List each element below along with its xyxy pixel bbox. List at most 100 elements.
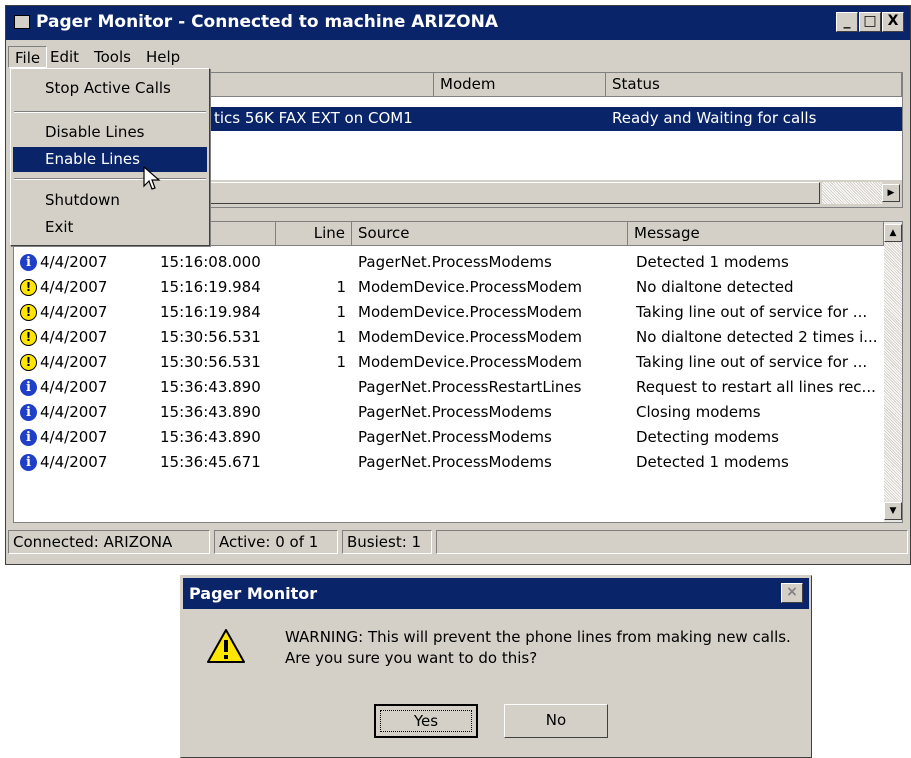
dialog-title-bar[interactable]: Pager Monitor ×	[183, 578, 809, 609]
log-header-line[interactable]: Line	[276, 222, 352, 246]
confirm-dialog: Pager Monitor × WARNING: This will preve…	[180, 575, 812, 758]
status-bar: Connected: ARIZONA Active: 0 of 1 Busies…	[6, 527, 910, 559]
menu-separator	[14, 111, 206, 113]
log-time: 15:16:19.984	[160, 303, 261, 321]
log-source: ModemDevice.ProcessModem	[358, 278, 582, 296]
menu-item-exit[interactable]: Exit	[13, 215, 207, 240]
log-message: Detected 1 modems	[636, 253, 789, 271]
log-source: ModemDevice.ProcessModem	[358, 303, 582, 321]
info-icon: i	[20, 429, 37, 446]
log-row[interactable]: i 4/4/2007 15:16:08.000 PagerNet.ProcessMod…	[14, 250, 884, 275]
status-empty	[436, 530, 908, 554]
log-message: Detecting modems	[636, 428, 779, 446]
log-source: PagerNet.ProcessModems	[358, 253, 552, 271]
log-header-message[interactable]: Message	[628, 222, 884, 246]
log-date: 4/4/2007	[40, 378, 108, 396]
status-active: Active: 0 of 1	[214, 530, 338, 554]
log-date: 4/4/2007	[40, 453, 108, 471]
status-busiest: Busiest: 1	[342, 530, 432, 554]
log-source: PagerNet.ProcessModems	[358, 428, 552, 446]
menu-item-stop-active-calls[interactable]: Stop Active Calls	[13, 76, 207, 101]
info-icon: i	[20, 254, 37, 271]
log-message: Taking line out of service for ...	[636, 303, 868, 321]
scroll-right-icon[interactable]: ▶	[882, 184, 900, 202]
window-title: Pager Monitor - Connected to machine ARI…	[36, 12, 498, 32]
menu-help[interactable]: Help	[140, 46, 186, 68]
vertical-scrollbar[interactable]: ▲ ▼	[884, 222, 902, 522]
menu-edit[interactable]: Edit	[44, 46, 85, 68]
log-time: 15:36:43.890	[160, 403, 261, 421]
info-icon: i	[20, 379, 37, 396]
log-list[interactable]: Line Source Message i 4/4/2007 15:16:08.00…	[13, 221, 903, 523]
menu-tools[interactable]: Tools	[88, 46, 137, 68]
log-message: Request to restart all lines rec...	[636, 378, 876, 396]
log-row[interactable]: ! 4/4/2007 15:30:56.531 1 ModemDevice.Proces…	[14, 325, 884, 350]
status-connected: Connected: ARIZONA	[8, 530, 210, 554]
log-row[interactable]: ! 4/4/2007 15:30:56.531 1 ModemDevice.Proces…	[14, 350, 884, 375]
warning-icon: !	[20, 279, 37, 296]
log-message: No dialtone detected 2 times i...	[636, 328, 878, 346]
warning-icon	[207, 629, 245, 663]
info-icon: i	[20, 454, 37, 471]
warning-icon: !	[20, 329, 37, 346]
log-source: PagerNet.ProcessModems	[358, 403, 552, 421]
log-time: 15:16:19.984	[160, 278, 261, 296]
dialog-message-line2: Are you sure you want to do this?	[285, 649, 538, 667]
log-row[interactable]: i 4/4/2007 15:36:43.890 PagerNet.ProcessRes…	[14, 375, 884, 400]
mouse-cursor-icon	[143, 166, 161, 190]
scroll-thumb[interactable]	[210, 182, 820, 204]
log-line: 1	[336, 353, 346, 371]
log-source: ModemDevice.ProcessModem	[358, 328, 582, 346]
line-status: Ready and Waiting for calls	[612, 109, 817, 127]
log-time: 15:30:56.531	[160, 353, 261, 371]
dialog-close-button[interactable]: ×	[781, 583, 803, 603]
lines-header-status[interactable]: Status	[606, 73, 902, 97]
log-date: 4/4/2007	[40, 428, 108, 446]
log-message: No dialtone detected	[636, 278, 794, 296]
log-row[interactable]: i 4/4/2007 15:36:43.890 PagerNet.ProcessMod…	[14, 425, 884, 450]
log-time: 15:16:08.000	[160, 253, 261, 271]
maximize-button[interactable]: □	[859, 12, 881, 32]
log-row[interactable]: i 4/4/2007 15:36:43.890 PagerNet.ProcessMod…	[14, 400, 884, 425]
scroll-track[interactable]	[884, 242, 902, 500]
lines-header-modem[interactable]: Modem	[434, 73, 606, 97]
log-row[interactable]: ! 4/4/2007 15:16:19.984 1 ModemDevice.Proces…	[14, 275, 884, 300]
log-time: 15:36:43.890	[160, 428, 261, 446]
log-line: 1	[336, 303, 346, 321]
scroll-down-icon[interactable]: ▼	[884, 502, 902, 520]
log-message: Taking line out of service for ...	[636, 353, 868, 371]
menu-item-shutdown[interactable]: Shutdown	[13, 188, 207, 213]
log-date: 4/4/2007	[40, 253, 108, 271]
log-header-source[interactable]: Source	[352, 222, 628, 246]
menu-file[interactable]: File	[8, 46, 48, 68]
close-button[interactable]: X	[882, 12, 904, 32]
log-source: PagerNet.ProcessModems	[358, 453, 552, 471]
log-row[interactable]: i 4/4/2007 15:36:45.671 PagerNet.ProcessMod…	[14, 450, 884, 475]
scroll-track[interactable]	[822, 182, 882, 204]
menu-item-disable-lines[interactable]: Disable Lines	[13, 120, 207, 145]
line-modem: tics 56K FAX EXT on COM1	[214, 109, 413, 127]
no-button[interactable]: No	[504, 704, 608, 738]
focus-rect	[380, 710, 472, 732]
log-message: Detected 1 modems	[636, 453, 789, 471]
title-bar[interactable]: Pager Monitor - Connected to machine ARI…	[6, 6, 910, 40]
warning-icon: !	[20, 354, 37, 371]
menu-bar: File Edit Tools Help	[6, 43, 910, 70]
yes-button[interactable]: Yes	[374, 704, 478, 738]
log-date: 4/4/2007	[40, 328, 108, 346]
info-icon: i	[20, 404, 37, 421]
log-source: ModemDevice.ProcessModem	[358, 353, 582, 371]
log-time: 15:36:43.890	[160, 378, 261, 396]
scroll-up-icon[interactable]: ▲	[884, 224, 902, 242]
log-row[interactable]: ! 4/4/2007 15:16:19.984 1 ModemDevice.Proces…	[14, 300, 884, 325]
dialog-title: Pager Monitor	[189, 584, 318, 603]
log-message: Closing modems	[636, 403, 761, 421]
log-date: 4/4/2007	[40, 353, 108, 371]
menu-item-enable-lines[interactable]: Enable Lines	[13, 147, 207, 172]
warning-icon: !	[20, 304, 37, 321]
minimize-button[interactable]: _	[836, 12, 858, 32]
dialog-message-line1: WARNING: This will prevent the phone lin…	[285, 628, 791, 646]
log-date: 4/4/2007	[40, 278, 108, 296]
menu-separator	[14, 178, 206, 180]
app-icon	[14, 15, 30, 29]
